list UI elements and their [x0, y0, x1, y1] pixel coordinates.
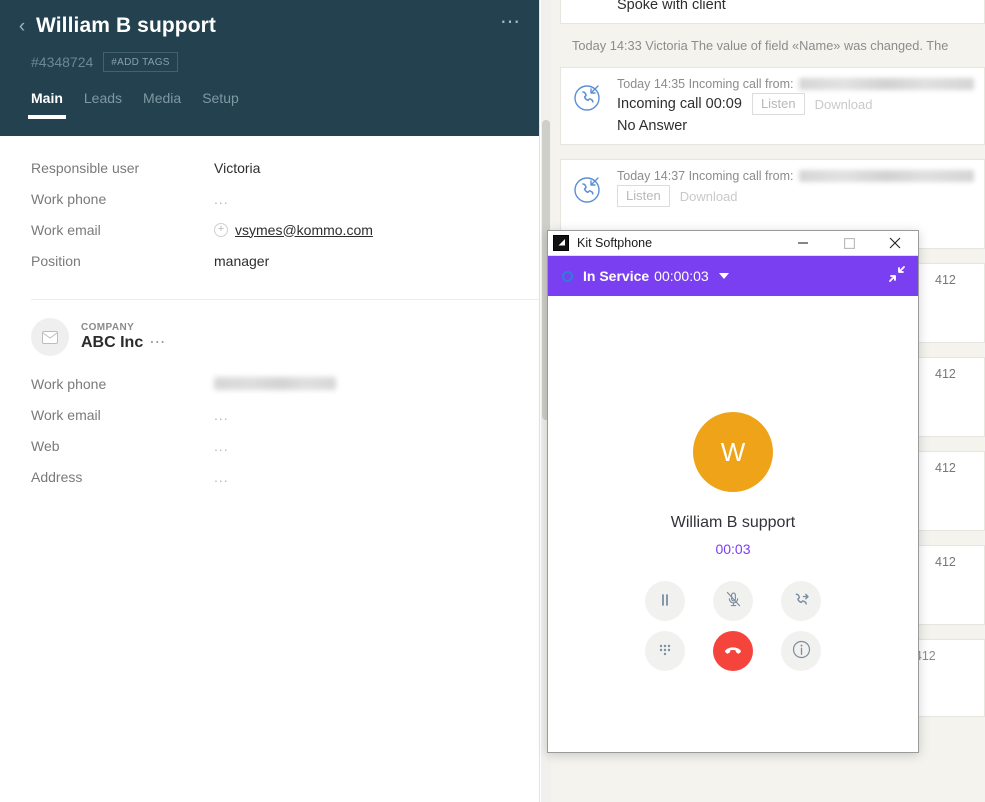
- minimize-icon[interactable]: [780, 231, 826, 256]
- softphone-titlebar[interactable]: Kit Softphone: [548, 231, 918, 256]
- field-value: ...: [214, 468, 229, 485]
- company-fields: Work phone Work email ... Web ... Addres…: [0, 364, 539, 502]
- chevron-left-icon[interactable]: ‹: [14, 16, 30, 36]
- call-contact-name: William B support: [670, 514, 796, 531]
- softphone-window[interactable]: Kit Softphone In Service 00:00:03 W Will…: [547, 230, 919, 753]
- screen-root: . Spoke with client Today 14:33 Victoria…: [0, 0, 985, 802]
- add-field-icon[interactable]: +: [214, 222, 228, 237]
- avatar: W: [693, 412, 773, 492]
- field-label: Work email: [31, 221, 101, 238]
- company-ellipsis-icon[interactable]: ⋯: [149, 334, 165, 350]
- company-placeholder-icon: [31, 318, 69, 356]
- company-section-label: COMPANY: [81, 322, 135, 333]
- download-button[interactable]: Download: [815, 97, 873, 112]
- field-label: Responsible user: [31, 159, 140, 176]
- field-work-email[interactable]: Work email + vsymes@kommo.com: [0, 214, 539, 245]
- tab-media[interactable]: Media: [143, 90, 181, 119]
- call-timer: 00:03: [715, 541, 751, 557]
- close-icon[interactable]: [872, 231, 918, 256]
- mic-off-icon: [725, 591, 742, 611]
- softphone-app-title: Kit Softphone: [577, 236, 653, 250]
- company-field-web[interactable]: Web ...: [0, 430, 539, 461]
- field-label: Work phone: [31, 190, 107, 207]
- tab-leads[interactable]: Leads: [84, 90, 122, 119]
- field-value: ...: [214, 190, 229, 207]
- feed-card-number-tail: 412: [935, 367, 956, 381]
- feed-card-number-tail: 412: [935, 461, 956, 475]
- keypad-button[interactable]: [645, 631, 685, 671]
- redacted-phone-number: [799, 170, 974, 182]
- softphone-app-icon: [553, 235, 569, 251]
- add-tags-button[interactable]: #ADD TAGS: [103, 52, 178, 72]
- company-field-address[interactable]: Address ...: [0, 461, 539, 492]
- pause-icon: [658, 593, 672, 610]
- page-title: William B support: [36, 14, 217, 37]
- tab-bar: Main Leads Media Setup: [0, 72, 539, 119]
- feed-card-call[interactable]: Today 14:35 Incoming call from: Incoming…: [560, 67, 985, 145]
- softphone-call-view: W William B support 00:03: [548, 296, 918, 752]
- hold-button[interactable]: [645, 581, 685, 621]
- contact-id: #4348724: [31, 54, 94, 70]
- listen-button[interactable]: Listen: [751, 93, 805, 115]
- status-badge: In Service: [583, 268, 650, 284]
- field-label: Work phone: [31, 375, 107, 392]
- field-value: ...: [214, 437, 229, 454]
- download-button[interactable]: Download: [680, 189, 738, 204]
- contact-detail-panel: ‹ William B support ⋯ #4348724 #ADD TAGS…: [0, 0, 540, 802]
- collapse-icon[interactable]: [888, 265, 906, 288]
- feed-card-meta: Today 14:37 Incoming call from:: [617, 169, 794, 183]
- redacted-phone-number: [214, 377, 336, 390]
- field-work-phone[interactable]: Work phone ...: [0, 183, 539, 214]
- field-value: Victoria: [214, 159, 261, 176]
- field-value: manager: [214, 252, 270, 269]
- contact-header: ‹ William B support ⋯ #4348724 #ADD TAGS…: [0, 0, 539, 136]
- field-position[interactable]: Position manager: [0, 245, 539, 276]
- maximize-icon[interactable]: [826, 231, 872, 256]
- email-link[interactable]: vsymes@kommo.com: [235, 222, 373, 238]
- tab-main[interactable]: Main: [28, 90, 66, 119]
- session-timer: 00:00:03: [654, 268, 709, 284]
- field-label: Position: [31, 252, 81, 269]
- call-transfer-icon: [792, 591, 810, 612]
- listen-button[interactable]: Listen: [617, 185, 670, 207]
- company-name[interactable]: ABC Inc: [81, 334, 143, 352]
- company-field-work-phone[interactable]: Work phone: [0, 368, 539, 399]
- field-responsible-user[interactable]: Responsible user Victoria: [0, 152, 539, 183]
- transfer-button[interactable]: [781, 581, 821, 621]
- contact-fields: Responsible user Victoria Work phone ...…: [0, 136, 539, 286]
- info-icon: [792, 640, 811, 662]
- incoming-call-icon: [572, 171, 606, 205]
- feed-card-partial[interactable]: . Spoke with client: [560, 0, 985, 24]
- feed-card-number-tail: 412: [935, 555, 956, 569]
- softphone-status-bar: In Service 00:00:03: [548, 256, 918, 296]
- hangup-phone-icon: [723, 640, 743, 663]
- header-ellipsis-icon[interactable]: ⋯: [500, 12, 521, 35]
- company-field-work-email[interactable]: Work email ...: [0, 399, 539, 430]
- tab-setup[interactable]: Setup: [202, 90, 239, 119]
- hangup-button[interactable]: [713, 631, 753, 671]
- feed-system-entry: Today 14:33 Victoria The value of field …: [572, 38, 949, 53]
- info-button[interactable]: [781, 631, 821, 671]
- feed-card-meta: Today 14:35 Incoming call from:: [617, 77, 794, 91]
- call-controls: [631, 581, 835, 671]
- avatar-initial: W: [720, 436, 746, 467]
- field-value: + vsymes@kommo.com: [214, 222, 373, 238]
- feed-card-note: No Answer: [617, 118, 688, 134]
- company-section: COMPANY ABC Inc ⋯: [0, 300, 539, 364]
- field-label: Web: [31, 437, 60, 454]
- redacted-phone-number: [799, 78, 974, 90]
- field-value: ...: [214, 406, 229, 423]
- chevron-down-icon[interactable]: [718, 273, 729, 279]
- feed-card-title: Incoming call 00:09: [617, 96, 742, 112]
- field-value: [214, 377, 336, 390]
- dialpad-icon: [657, 642, 673, 661]
- incoming-call-icon: [572, 79, 606, 113]
- feed-card-note: Spoke with client: [617, 0, 726, 13]
- field-label: Address: [31, 468, 83, 485]
- field-label: Work email: [31, 406, 101, 423]
- feed-card-number-tail: 412: [935, 273, 956, 287]
- status-dot-icon: [562, 270, 573, 282]
- mute-button[interactable]: [713, 581, 753, 621]
